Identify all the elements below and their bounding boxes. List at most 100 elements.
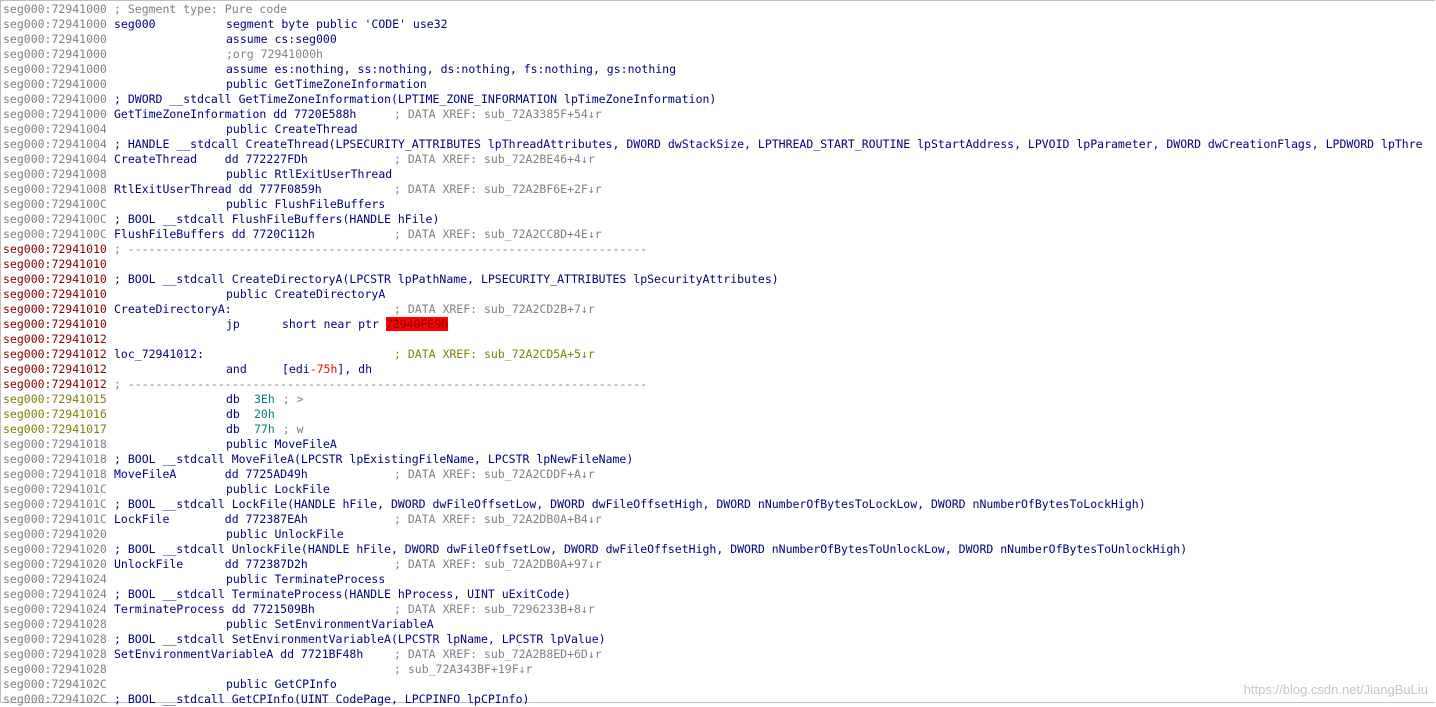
listing-line[interactable]: seg000:72941015 db 3Eh ; > [3, 392, 1436, 407]
address[interactable]: seg000:7294100C [3, 197, 113, 212]
xref-comment[interactable]: ; sub_72A343BF+19F↓r [394, 662, 532, 677]
address[interactable]: seg000:72941020 [3, 557, 113, 572]
xref-comment[interactable]: ; DATA XREF: sub_72A2CDDF+A↓r [394, 467, 595, 482]
address[interactable]: seg000:72941020 [3, 527, 113, 542]
address[interactable]: seg000:7294102C [3, 692, 113, 707]
listing-line[interactable]: seg000:72941016 db 20h [3, 407, 1436, 422]
address[interactable]: seg000:72941024 [3, 602, 113, 617]
address[interactable]: seg000:7294101C [3, 482, 113, 497]
data-label[interactable]: loc_72941012: [114, 347, 204, 362]
address[interactable]: seg000:72941010 [3, 257, 113, 272]
listing-line[interactable]: seg000:7294100C FlushFileBuffers dd 7720C… [3, 227, 1436, 242]
address[interactable]: seg000:72941028 [3, 647, 113, 662]
address[interactable]: seg000:72941010 [3, 272, 113, 287]
listing-line[interactable]: seg000:7294102C public GetCPInfo [3, 677, 1436, 692]
xref-comment[interactable]: ; DATA XREF: sub_72A2B8ED+6D↓r [394, 647, 602, 662]
xref-comment[interactable]: ; DATA XREF: sub_72A2BE46+4↓r [394, 152, 595, 167]
address[interactable]: seg000:72941000 [3, 47, 113, 62]
address[interactable]: seg000:7294102C [3, 677, 113, 692]
listing-line[interactable]: seg000:72941004; HANDLE __stdcall Create… [3, 137, 1436, 152]
address[interactable]: seg000:7294100C [3, 227, 113, 242]
listing-line[interactable]: seg000:72941018; BOOL __stdcall MoveFile… [3, 452, 1436, 467]
address[interactable]: seg000:72941024 [3, 587, 113, 602]
listing-line[interactable]: seg000:72941000 GetTimeZoneInformation dd… [3, 107, 1436, 122]
data-label[interactable]: CreateDirectoryA: [114, 302, 232, 317]
listing-line[interactable]: seg000:7294100C public FlushFileBuffers [3, 197, 1436, 212]
listing-line[interactable]: seg000:72941018 MoveFileA dd 7725AD49h ; D… [3, 467, 1436, 482]
address[interactable]: seg000:72941010 [3, 287, 113, 302]
listing-line[interactable]: seg000:72941000; DWORD __stdcall GetTime… [3, 92, 1436, 107]
listing-line[interactable]: seg000:72941004 public CreateThread [3, 122, 1436, 137]
listing-line[interactable]: seg000:72941010 [3, 257, 1436, 272]
data-label[interactable]: MoveFileA dd 7725AD49h [114, 467, 308, 482]
listing-line[interactable]: seg000:72941020 UnlockFile dd 772387D2h ; … [3, 557, 1436, 572]
listing-line[interactable]: seg000:72941012 and [edi-75h], dh [3, 362, 1436, 377]
listing-line[interactable]: seg000:72941012 [3, 332, 1436, 347]
listing-line[interactable]: seg000:72941024; BOOL __stdcall Terminat… [3, 587, 1436, 602]
data-label[interactable]: FlushFileBuffers dd 7720C112h [114, 227, 315, 242]
address[interactable]: seg000:7294101C [3, 512, 113, 527]
listing-line[interactable]: seg000:72941008 RtlExitUserThread dd 777F… [3, 182, 1436, 197]
address[interactable]: seg000:72941000 [3, 107, 113, 122]
listing-line[interactable]: seg000:72941012; -----------------------… [3, 377, 1436, 392]
address[interactable]: seg000:72941000 [3, 32, 113, 47]
listing-line[interactable]: seg000:7294101C; BOOL __stdcall LockFile… [3, 497, 1436, 512]
address[interactable]: seg000:72941028 [3, 617, 113, 632]
address[interactable]: seg000:7294101C [3, 497, 113, 512]
listing-line[interactable]: seg000:72941000 assume es:nothing, ss:not… [3, 62, 1436, 77]
address[interactable]: seg000:72941010 [3, 317, 113, 332]
data-label[interactable]: LockFile dd 772387EAh [114, 512, 308, 527]
address[interactable]: seg000:72941008 [3, 167, 113, 182]
listing-line[interactable]: seg000:72941010 CreateDirectoryA: ; DATA X… [3, 302, 1436, 317]
address[interactable]: seg000:72941000 [3, 92, 113, 107]
address[interactable]: seg000:72941000 [3, 62, 113, 77]
listing-line[interactable]: seg000:72941020 public UnlockFile [3, 527, 1436, 542]
listing-line[interactable]: seg000:72941028 ; sub_72A343BF+19F↓r [3, 662, 1436, 677]
address[interactable]: seg000:72941020 [3, 542, 113, 557]
address[interactable]: seg000:72941004 [3, 122, 113, 137]
address[interactable]: seg000:72941018 [3, 452, 113, 467]
address[interactable]: seg000:72941008 [3, 182, 113, 197]
listing-line[interactable]: seg000:72941008 public RtlExitUserThread [3, 167, 1436, 182]
address[interactable]: seg000:72941028 [3, 632, 113, 647]
listing-line[interactable]: seg000:72941018 public MoveFileA [3, 437, 1436, 452]
address[interactable]: seg000:7294100C [3, 212, 113, 227]
listing-line[interactable]: seg000:72941012 loc_72941012: ; DATA XREF:… [3, 347, 1436, 362]
address[interactable]: seg000:72941012 [3, 332, 113, 347]
address[interactable]: seg000:72941004 [3, 137, 113, 152]
address[interactable]: seg000:72941012 [3, 347, 113, 362]
data-label[interactable]: TerminateProcess dd 7721509Bh [114, 602, 315, 617]
address[interactable]: seg000:72941012 [3, 377, 113, 392]
address[interactable]: seg000:72941028 [3, 662, 113, 677]
listing-line[interactable]: seg000:7294100C; BOOL __stdcall FlushFil… [3, 212, 1436, 227]
address[interactable]: seg000:72941018 [3, 467, 113, 482]
xref-comment[interactable]: ; DATA XREF: sub_72A2BF6E+2F↓r [394, 182, 602, 197]
data-label[interactable]: UnlockFile dd 772387D2h [114, 557, 308, 572]
listing-line[interactable]: seg000:72941020; BOOL __stdcall UnlockFi… [3, 542, 1436, 557]
xref-comment[interactable]: ; DATA XREF: sub_72A2CC8D+4E↓r [394, 227, 602, 242]
address[interactable]: seg000:72941012 [3, 362, 113, 377]
address[interactable]: seg000:72941000 [3, 17, 113, 32]
listing-line[interactable]: seg000:72941000 public GetTimeZoneInforma… [3, 77, 1436, 92]
listing-line[interactable]: seg000:72941004 CreateThread dd 772227FDh… [3, 152, 1436, 167]
listing-line[interactable]: seg000:72941028 SetEnvironmentVariableA d… [3, 647, 1436, 662]
listing-line[interactable]: seg000:7294101C LockFile dd 772387EAh ; DA… [3, 512, 1436, 527]
data-label[interactable]: CreateThread dd 772227FDh [114, 152, 308, 167]
address[interactable]: seg000:72941015 [3, 392, 113, 407]
listing-line[interactable]: seg000:72941017 db 77h ; w [3, 422, 1436, 437]
jump-target-highlight[interactable]: 72940FE9h [385, 317, 449, 331]
listing-line[interactable]: seg000:72941010 jp short near ptr 72940FE9… [3, 317, 1436, 332]
xref-comment[interactable]: ; DATA XREF: sub_72A3385F+54↓r [394, 107, 602, 122]
disassembly-listing[interactable]: seg000:72941000; Segment type: Pure code… [3, 2, 1436, 707]
listing-line[interactable]: seg000:72941010 public CreateDirectoryA [3, 287, 1436, 302]
listing-line[interactable]: seg000:72941028 public SetEnvironmentVari… [3, 617, 1436, 632]
data-label[interactable]: RtlExitUserThread dd 777F0859h [114, 182, 322, 197]
address[interactable]: seg000:72941016 [3, 407, 113, 422]
address[interactable]: seg000:72941024 [3, 572, 113, 587]
disassembly-view[interactable]: seg000:72941000; Segment type: Pure code… [0, 0, 1435, 706]
listing-line[interactable]: seg000:72941000 seg000 segment byte public… [3, 17, 1436, 32]
data-label[interactable]: SetEnvironmentVariableA dd 7721BF48h [114, 647, 363, 662]
address[interactable]: seg000:72941000 [3, 77, 113, 92]
listing-line[interactable]: seg000:72941028; BOOL __stdcall SetEnvir… [3, 632, 1436, 647]
data-label[interactable]: GetTimeZoneInformation dd 7720E588h [114, 107, 356, 122]
